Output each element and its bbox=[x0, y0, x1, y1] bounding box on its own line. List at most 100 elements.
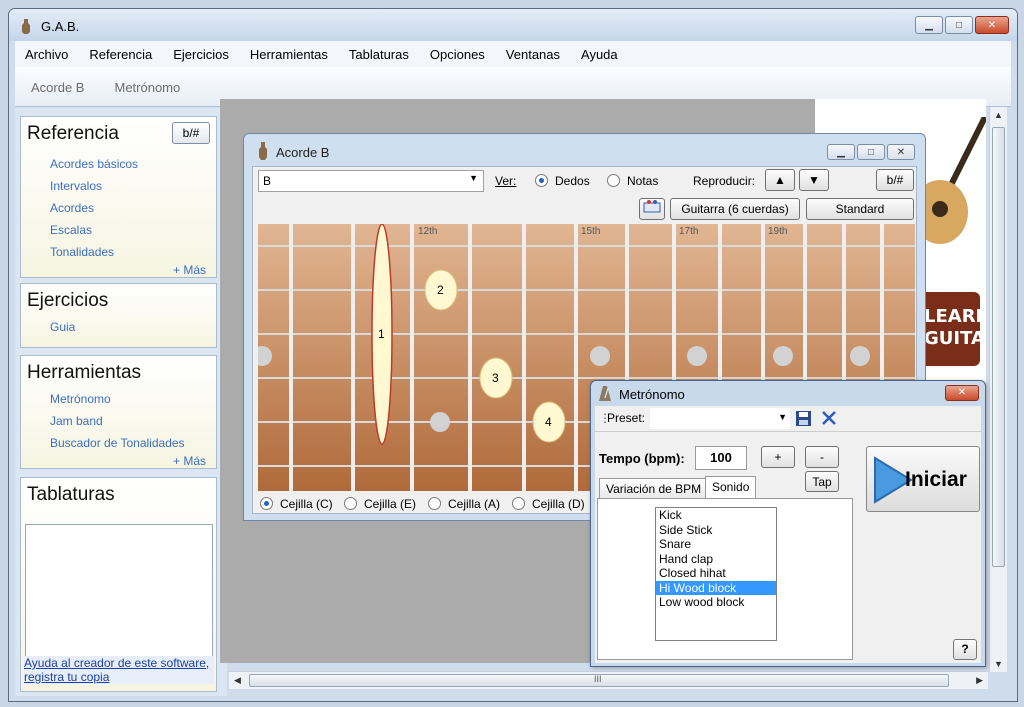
sound-item-selected[interactable]: Hi Wood block bbox=[656, 580, 776, 595]
menu-opciones[interactable]: Opciones bbox=[430, 47, 485, 62]
sound-item[interactable]: Closed hihat bbox=[656, 566, 776, 581]
scroll-right-icon[interactable]: ▶ bbox=[976, 675, 983, 686]
title-bar[interactable]: G.A.B. ▁ □ ✕ bbox=[9, 9, 1017, 41]
herramientas-more-link[interactable]: + Más bbox=[173, 454, 206, 468]
finger-mark-1[interactable]: 1 bbox=[378, 327, 385, 341]
keyboard-icon bbox=[643, 200, 661, 213]
note-select-value: B bbox=[263, 174, 272, 188]
flat-sharp-button[interactable]: b/# bbox=[172, 122, 210, 144]
radio-cejilla-c[interactable] bbox=[260, 497, 273, 510]
learn-guitar-banner[interactable]: LEARN GUITA bbox=[918, 292, 986, 366]
radio-cejilla-e-label[interactable]: Cejilla (E) bbox=[364, 497, 416, 511]
menu-ventanas[interactable]: Ventanas bbox=[506, 47, 560, 62]
options-button[interactable] bbox=[639, 198, 665, 220]
finger-mark-4[interactable]: 4 bbox=[545, 415, 552, 429]
link-jam-band[interactable]: Jam band bbox=[50, 414, 103, 428]
link-acordes[interactable]: Acordes bbox=[50, 201, 94, 215]
radio-cejilla-d[interactable] bbox=[512, 497, 525, 510]
tuning-button[interactable]: Standard bbox=[806, 198, 914, 220]
menu-archivo[interactable]: Archivo bbox=[25, 47, 68, 62]
radio-cejilla-c-label[interactable]: Cejilla (C) bbox=[280, 497, 333, 511]
radio-dedos[interactable] bbox=[535, 174, 548, 187]
link-escalas[interactable]: Escalas bbox=[50, 223, 92, 237]
link-acordes-basicos[interactable]: Acordes básicos bbox=[50, 157, 138, 171]
toolbar-acorde-b[interactable]: Acorde B bbox=[31, 80, 84, 95]
link-metronomo[interactable]: Metrónomo bbox=[50, 392, 111, 406]
tempo-minus-button[interactable]: - bbox=[805, 446, 839, 468]
radio-dedos-label[interactable]: Dedos bbox=[555, 174, 590, 188]
link-intervalos[interactable]: Intervalos bbox=[50, 179, 102, 193]
chord-minimize-button[interactable]: ▁ bbox=[827, 144, 855, 160]
register-help-link-line1: Ayuda al creador de este software, bbox=[24, 656, 210, 670]
scroll-down-icon[interactable]: ▼ bbox=[994, 659, 1003, 669]
maximize-button[interactable]: □ bbox=[945, 16, 973, 34]
scroll-left-icon[interactable]: ◀ bbox=[234, 675, 241, 686]
sound-item[interactable]: Kick bbox=[656, 508, 776, 523]
radio-cejilla-e[interactable] bbox=[344, 497, 357, 510]
play-up-button[interactable]: ▲ bbox=[765, 169, 795, 191]
left-sidebar: Referencia b/# Acordes básicos Intervalo… bbox=[15, 108, 227, 696]
horizontal-scroll-thumb[interactable]: III bbox=[249, 674, 949, 687]
tempo-label: Tempo (bpm): bbox=[599, 451, 685, 466]
sound-item[interactable]: Low wood block bbox=[656, 595, 776, 610]
window-title: G.A.B. bbox=[41, 19, 80, 34]
fret-label-12: 12th bbox=[418, 226, 438, 237]
close-button[interactable]: ✕ bbox=[975, 16, 1009, 34]
ad-text-1: LEARN bbox=[924, 306, 986, 327]
guitar-icon bbox=[259, 142, 267, 160]
menu-ejercicios[interactable]: Ejercicios bbox=[173, 47, 229, 62]
menu-tablaturas[interactable]: Tablaturas bbox=[349, 47, 409, 62]
radio-notas[interactable] bbox=[607, 174, 620, 187]
menu-referencia[interactable]: Referencia bbox=[89, 47, 152, 62]
play-down-button[interactable]: ▼ bbox=[799, 169, 829, 191]
tablaturas-box: Tablaturas Ayuda al creador de este soft… bbox=[20, 477, 217, 692]
minimize-button[interactable]: ▁ bbox=[915, 16, 943, 34]
chord-flat-sharp-button[interactable]: b/# bbox=[876, 169, 914, 191]
vertical-scrollbar[interactable]: ▲ ▼ bbox=[989, 107, 1007, 672]
vertical-scroll-thumb[interactable] bbox=[992, 127, 1005, 567]
help-button[interactable]: ? bbox=[953, 639, 977, 660]
instrument-button[interactable]: Guitarra (6 cuerdas) bbox=[670, 198, 800, 220]
chord-close-button[interactable]: ✕ bbox=[887, 144, 915, 160]
tempo-plus-button[interactable]: + bbox=[761, 446, 795, 468]
tap-button[interactable]: Tap bbox=[805, 471, 839, 492]
horizontal-scrollbar[interactable]: ◀ III ▶ bbox=[229, 671, 988, 689]
sound-list[interactable]: Kick Side Stick Snare Hand clap Closed h… bbox=[655, 507, 777, 641]
menu-herramientas[interactable]: Herramientas bbox=[250, 47, 328, 62]
finger-mark-3[interactable]: 3 bbox=[492, 371, 499, 385]
register-help-link[interactable]: Ayuda al creador de este software, regis… bbox=[24, 656, 214, 684]
delete-icon[interactable] bbox=[821, 410, 837, 426]
start-button[interactable]: Iniciar bbox=[866, 446, 980, 512]
reproducir-label: Reproducir: bbox=[693, 174, 756, 188]
finger-mark-2[interactable]: 2 bbox=[437, 283, 444, 297]
ad-text-2: GUITA bbox=[924, 328, 985, 349]
radio-cejilla-a-label[interactable]: Cejilla (A) bbox=[448, 497, 500, 511]
sound-item[interactable]: Snare bbox=[656, 537, 776, 552]
sound-item[interactable]: Side Stick bbox=[656, 523, 776, 538]
referencia-title: Referencia bbox=[27, 123, 119, 144]
fret-label-19: 19th bbox=[768, 226, 788, 237]
preset-label: Preset: bbox=[607, 411, 646, 425]
tab-variacion-bpm[interactable]: Variación de BPM bbox=[599, 478, 709, 500]
referencia-more-link[interactable]: + Más bbox=[173, 263, 206, 277]
menu-ayuda[interactable]: Ayuda bbox=[581, 47, 618, 62]
radio-cejilla-d-label[interactable]: Cejilla (D) bbox=[532, 497, 585, 511]
link-buscador-tonalidades[interactable]: Buscador de Tonalidades bbox=[50, 436, 185, 450]
link-tonalidades[interactable]: Tonalidades bbox=[50, 245, 114, 259]
fret-label-15: 15th bbox=[581, 226, 601, 237]
toolbar-metronomo[interactable]: Metrónomo bbox=[114, 80, 180, 95]
link-guia[interactable]: Guia bbox=[50, 320, 75, 334]
save-icon[interactable] bbox=[795, 410, 812, 427]
tempo-input[interactable]: 100 bbox=[695, 446, 747, 470]
note-select[interactable]: B ▼ bbox=[258, 170, 484, 192]
radio-cejilla-a[interactable] bbox=[428, 497, 441, 510]
metronome-title: Metrónomo bbox=[619, 387, 685, 402]
preset-select[interactable]: ▼ bbox=[650, 408, 790, 429]
chord-maximize-button[interactable]: □ bbox=[857, 144, 885, 160]
scroll-up-icon[interactable]: ▲ bbox=[994, 110, 1003, 120]
tablaturas-list[interactable] bbox=[25, 524, 213, 664]
radio-notas-label[interactable]: Notas bbox=[627, 174, 658, 188]
sound-item[interactable]: Hand clap bbox=[656, 552, 776, 567]
metronome-close-button[interactable]: ✕ bbox=[945, 385, 979, 401]
tab-sonido[interactable]: Sonido bbox=[705, 476, 757, 500]
